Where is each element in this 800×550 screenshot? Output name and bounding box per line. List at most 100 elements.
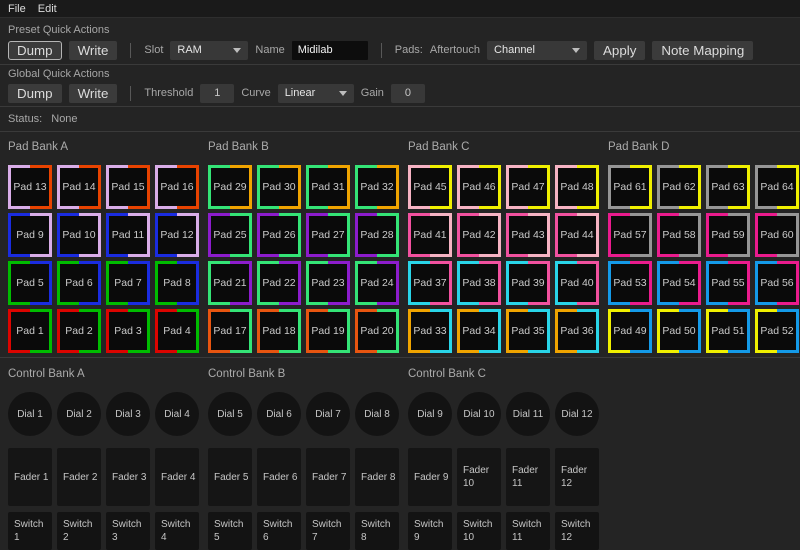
dial-11[interactable]: Dial 11: [506, 392, 550, 436]
pad-37[interactable]: Pad 37: [408, 261, 452, 305]
switch-12[interactable]: Switch 12: [555, 512, 599, 550]
pad-28[interactable]: Pad 28: [355, 213, 399, 257]
pad-29[interactable]: Pad 29: [208, 165, 252, 209]
pad-5[interactable]: Pad 5: [8, 261, 52, 305]
pad-33[interactable]: Pad 33: [408, 309, 452, 353]
pad-57[interactable]: Pad 57: [608, 213, 652, 257]
switch-3[interactable]: Switch 3: [106, 512, 150, 550]
gain-value[interactable]: 0: [390, 83, 425, 103]
aftertouch-select[interactable]: Channel: [487, 40, 588, 60]
pad-44[interactable]: Pad 44: [555, 213, 599, 257]
pad-41[interactable]: Pad 41: [408, 213, 452, 257]
pad-45[interactable]: Pad 45: [408, 165, 452, 209]
pad-62[interactable]: Pad 62: [657, 165, 701, 209]
dial-4[interactable]: Dial 4: [155, 392, 199, 436]
pad-12[interactable]: Pad 12: [155, 213, 199, 257]
pad-30[interactable]: Pad 30: [257, 165, 301, 209]
pad-2[interactable]: Pad 2: [57, 309, 101, 353]
pad-6[interactable]: Pad 6: [57, 261, 101, 305]
pad-54[interactable]: Pad 54: [657, 261, 701, 305]
fader-6[interactable]: Fader 6: [257, 448, 301, 506]
dial-1[interactable]: Dial 1: [8, 392, 52, 436]
pad-8[interactable]: Pad 8: [155, 261, 199, 305]
fader-1[interactable]: Fader 1: [8, 448, 52, 506]
threshold-value[interactable]: 1: [200, 83, 235, 103]
preset-name-input[interactable]: [291, 40, 368, 60]
pad-40[interactable]: Pad 40: [555, 261, 599, 305]
dial-2[interactable]: Dial 2: [57, 392, 101, 436]
switch-5[interactable]: Switch 5: [208, 512, 252, 550]
switch-10[interactable]: Switch 10: [457, 512, 501, 550]
dial-8[interactable]: Dial 8: [355, 392, 399, 436]
pad-60[interactable]: Pad 60: [755, 213, 799, 257]
pad-15[interactable]: Pad 15: [106, 165, 150, 209]
dial-10[interactable]: Dial 10: [457, 392, 501, 436]
pad-9[interactable]: Pad 9: [8, 213, 52, 257]
menu-file[interactable]: File: [8, 3, 26, 15]
apply-button[interactable]: Apply: [594, 40, 646, 60]
switch-7[interactable]: Switch 7: [306, 512, 350, 550]
dial-3[interactable]: Dial 3: [106, 392, 150, 436]
pad-32[interactable]: Pad 32: [355, 165, 399, 209]
global-write-button[interactable]: Write: [68, 83, 118, 103]
pad-43[interactable]: Pad 43: [506, 213, 550, 257]
fader-9[interactable]: Fader 9: [408, 448, 452, 506]
pad-16[interactable]: Pad 16: [155, 165, 199, 209]
pad-34[interactable]: Pad 34: [457, 309, 501, 353]
pad-64[interactable]: Pad 64: [755, 165, 799, 209]
dial-6[interactable]: Dial 6: [257, 392, 301, 436]
pad-51[interactable]: Pad 51: [706, 309, 750, 353]
switch-8[interactable]: Switch 8: [355, 512, 399, 550]
pad-59[interactable]: Pad 59: [706, 213, 750, 257]
preset-write-button[interactable]: Write: [68, 40, 118, 60]
dial-7[interactable]: Dial 7: [306, 392, 350, 436]
pad-46[interactable]: Pad 46: [457, 165, 501, 209]
pad-23[interactable]: Pad 23: [306, 261, 350, 305]
pad-25[interactable]: Pad 25: [208, 213, 252, 257]
pad-26[interactable]: Pad 26: [257, 213, 301, 257]
switch-1[interactable]: Switch 1: [8, 512, 52, 550]
fader-5[interactable]: Fader 5: [208, 448, 252, 506]
pad-48[interactable]: Pad 48: [555, 165, 599, 209]
menu-edit[interactable]: Edit: [38, 3, 57, 15]
pad-56[interactable]: Pad 56: [755, 261, 799, 305]
pad-10[interactable]: Pad 10: [57, 213, 101, 257]
pad-22[interactable]: Pad 22: [257, 261, 301, 305]
fader-4[interactable]: Fader 4: [155, 448, 199, 506]
curve-select[interactable]: Linear: [277, 83, 354, 103]
dial-5[interactable]: Dial 5: [208, 392, 252, 436]
pad-36[interactable]: Pad 36: [555, 309, 599, 353]
preset-dump-button[interactable]: Dump: [8, 40, 62, 60]
pad-39[interactable]: Pad 39: [506, 261, 550, 305]
pad-35[interactable]: Pad 35: [506, 309, 550, 353]
dial-9[interactable]: Dial 9: [408, 392, 452, 436]
pad-17[interactable]: Pad 17: [208, 309, 252, 353]
pad-50[interactable]: Pad 50: [657, 309, 701, 353]
pad-55[interactable]: Pad 55: [706, 261, 750, 305]
global-dump-button[interactable]: Dump: [8, 83, 62, 103]
pad-52[interactable]: Pad 52: [755, 309, 799, 353]
fader-12[interactable]: Fader 12: [555, 448, 599, 506]
pad-11[interactable]: Pad 11: [106, 213, 150, 257]
switch-11[interactable]: Switch 11: [506, 512, 550, 550]
pad-20[interactable]: Pad 20: [355, 309, 399, 353]
pad-42[interactable]: Pad 42: [457, 213, 501, 257]
pad-27[interactable]: Pad 27: [306, 213, 350, 257]
fader-3[interactable]: Fader 3: [106, 448, 150, 506]
fader-2[interactable]: Fader 2: [57, 448, 101, 506]
pad-19[interactable]: Pad 19: [306, 309, 350, 353]
switch-9[interactable]: Switch 9: [408, 512, 452, 550]
pad-61[interactable]: Pad 61: [608, 165, 652, 209]
note-mapping-button[interactable]: Note Mapping: [652, 40, 754, 60]
switch-4[interactable]: Switch 4: [155, 512, 199, 550]
pad-14[interactable]: Pad 14: [57, 165, 101, 209]
pad-47[interactable]: Pad 47: [506, 165, 550, 209]
pad-58[interactable]: Pad 58: [657, 213, 701, 257]
fader-8[interactable]: Fader 8: [355, 448, 399, 506]
dial-12[interactable]: Dial 12: [555, 392, 599, 436]
pad-7[interactable]: Pad 7: [106, 261, 150, 305]
pad-21[interactable]: Pad 21: [208, 261, 252, 305]
pad-4[interactable]: Pad 4: [155, 309, 199, 353]
pad-3[interactable]: Pad 3: [106, 309, 150, 353]
fader-7[interactable]: Fader 7: [306, 448, 350, 506]
